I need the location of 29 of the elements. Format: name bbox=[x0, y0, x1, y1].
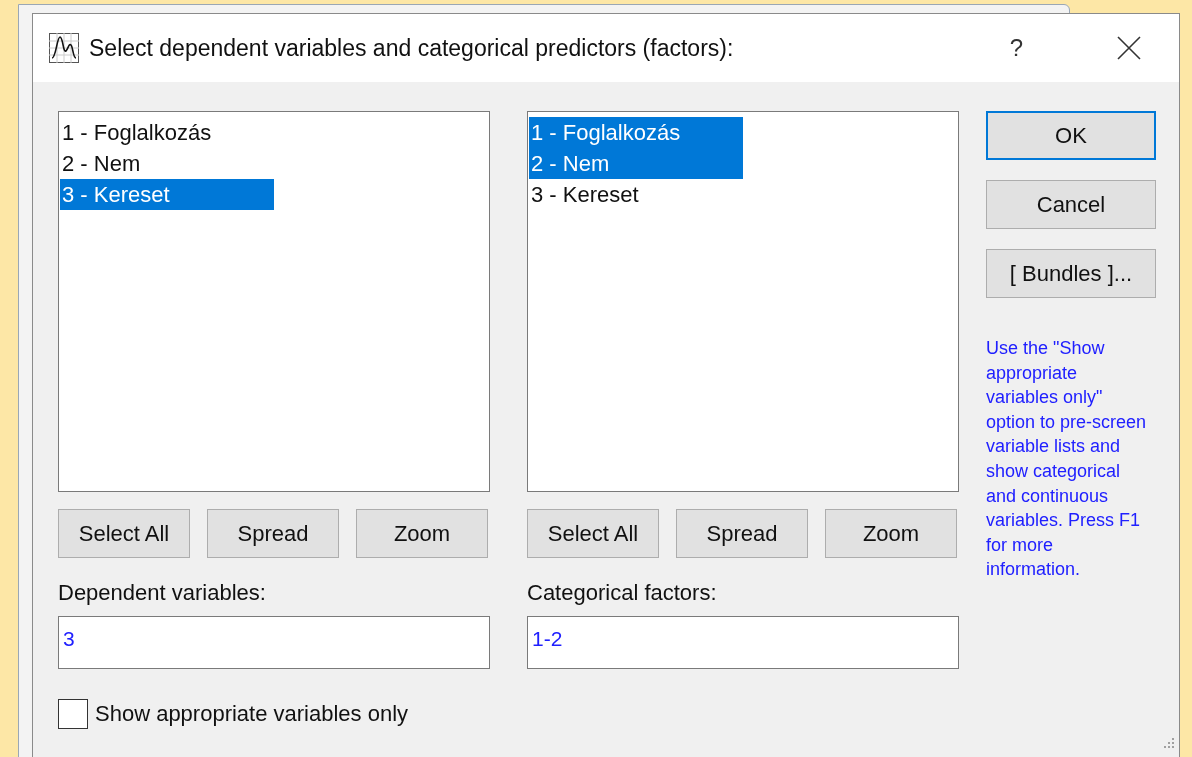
list-item[interactable]: 3 - Kereset bbox=[60, 179, 274, 210]
help-text: Use the "Show appropriate variables only" option to pre-screen variable lists and show categorical and continuous variables. Press F1 for more information. bbox=[986, 337, 1148, 582]
checkbox[interactable] bbox=[58, 698, 88, 729]
input-field[interactable]: 1-2 bbox=[527, 616, 959, 669]
resize-grip-icon bbox=[1161, 736, 1175, 750]
variable-list[interactable]: 1 - Foglalkozás 2 - Nem 3 - Kereset bbox=[58, 111, 490, 492]
list-item[interactable]: 2 - Nem bbox=[60, 148, 274, 179]
list-button[interactable]: Spread bbox=[676, 509, 808, 558]
dialog-button[interactable]: Cancel bbox=[986, 180, 1156, 229]
input-field[interactable]: 3 bbox=[58, 616, 490, 669]
help-button[interactable]: ? bbox=[1009, 30, 1023, 66]
list-button[interactable]: Zoom bbox=[356, 509, 488, 558]
list-button[interactable]: Select All bbox=[527, 509, 659, 558]
list-button[interactable]: Select All bbox=[58, 509, 190, 558]
list-item[interactable]: 3 - Kereset bbox=[529, 179, 743, 210]
field-label: Categorical factors: bbox=[527, 579, 718, 607]
close-icon[interactable] bbox=[1117, 36, 1141, 60]
list-item[interactable]: 1 - Foglalkozás bbox=[529, 117, 743, 148]
dialog-button[interactable]: [ Bundles ]... bbox=[986, 249, 1156, 298]
chart-icon bbox=[49, 33, 79, 63]
window-title: Select dependent variables and categorical predictors (factors): bbox=[89, 33, 734, 63]
field-label: Dependent variables: bbox=[58, 579, 267, 607]
list-item[interactable]: 1 - Foglalkozás bbox=[60, 117, 274, 148]
variable-list[interactable]: 1 - Foglalkozás 2 - Nem 3 - Kereset bbox=[527, 111, 959, 492]
list-button[interactable]: Zoom bbox=[825, 509, 957, 558]
list-item[interactable]: 2 - Nem bbox=[529, 148, 743, 179]
checkbox-label: Show appropriate variables only bbox=[95, 700, 409, 728]
list-button[interactable]: Spread bbox=[207, 509, 339, 558]
dialog-button[interactable]: OK bbox=[986, 111, 1156, 160]
